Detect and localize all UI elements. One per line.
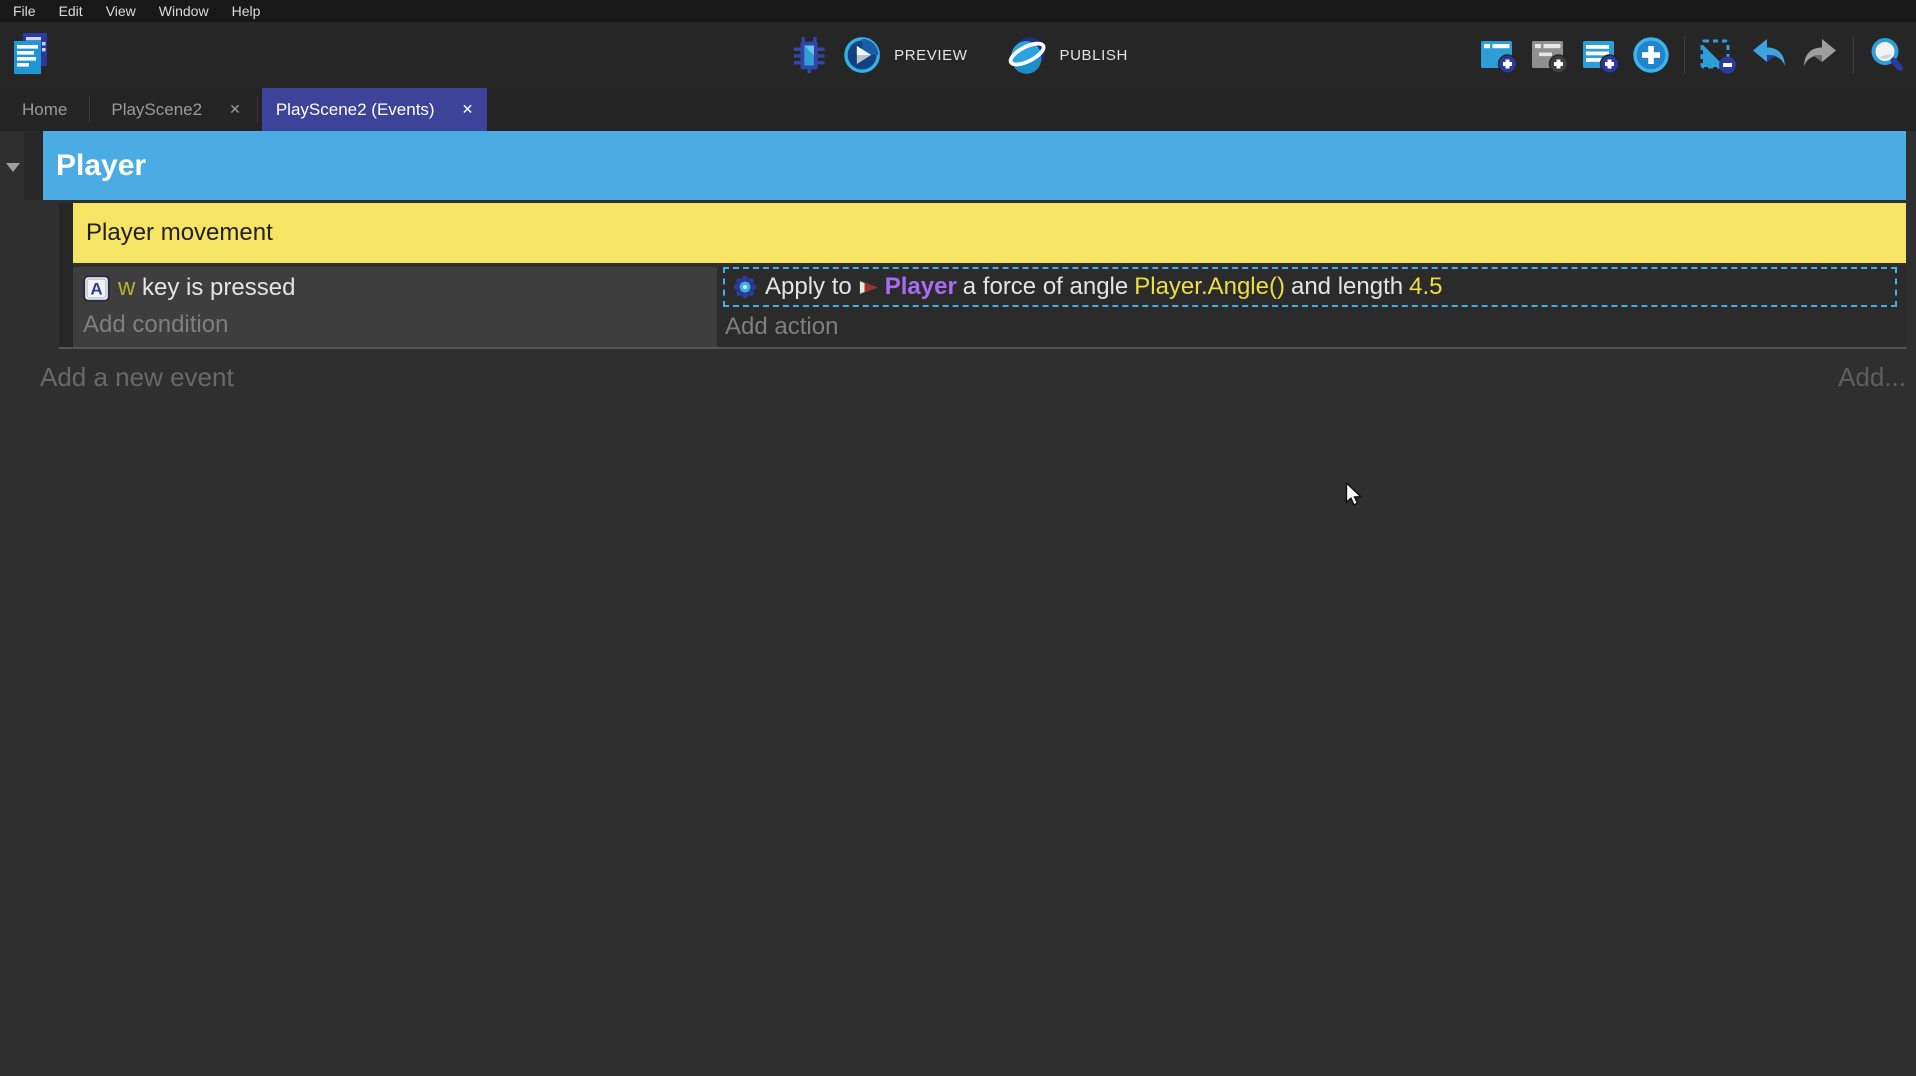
event-row-divider bbox=[59, 347, 1906, 349]
tab-divider bbox=[257, 96, 258, 123]
debug-button[interactable] bbox=[788, 33, 830, 77]
publish-globe-icon bbox=[1007, 33, 1049, 77]
debug-bug-icon bbox=[788, 33, 830, 77]
action-mid-text: a force of angle bbox=[963, 273, 1128, 301]
tab-bar: Home PlayScene2 ✕ PlayScene2 (Events) ✕ bbox=[0, 88, 1916, 131]
menu-file[interactable]: File bbox=[10, 3, 39, 19]
toolbar: PREVIEW PUBLISH bbox=[0, 22, 1916, 88]
undo-arrow-icon bbox=[1748, 35, 1790, 75]
action-mid2-text: and length bbox=[1291, 273, 1403, 301]
action-value: 4.5 bbox=[1409, 273, 1442, 301]
events-sheet: Player Player movement A w key is presse… bbox=[0, 131, 1916, 1076]
publish-label[interactable]: PUBLISH bbox=[1060, 47, 1128, 64]
tab-close-icon[interactable]: ✕ bbox=[229, 101, 241, 118]
deselect-all-button[interactable] bbox=[1697, 33, 1739, 77]
search-button[interactable] bbox=[1866, 33, 1908, 77]
action-object-name: Player bbox=[885, 273, 957, 301]
add-event-button[interactable] bbox=[1477, 33, 1519, 77]
group-collapse-arrow-icon[interactable] bbox=[6, 163, 20, 172]
search-icon bbox=[1867, 35, 1907, 75]
toolbar-separator bbox=[1853, 36, 1854, 74]
comment-text: Player movement bbox=[86, 219, 273, 247]
event-actions-cell[interactable]: Apply to Player a force of angle Player.… bbox=[717, 267, 1906, 347]
play-circle-icon bbox=[843, 36, 881, 74]
tab-close-icon[interactable]: ✕ bbox=[462, 101, 474, 118]
tab-playscene2-events[interactable]: PlayScene2 (Events) ✕ bbox=[262, 88, 487, 131]
tab-playscene2-label: PlayScene2 bbox=[111, 100, 202, 120]
menu-edit[interactable]: Edit bbox=[56, 3, 86, 19]
tab-playscene2-events-label: PlayScene2 (Events) bbox=[276, 100, 435, 120]
redo-arrow-icon bbox=[1799, 35, 1841, 75]
action-text: Apply to Player a force of angle Player.… bbox=[765, 273, 1442, 301]
add-sub-event-icon bbox=[1529, 35, 1569, 75]
tab-home-label: Home bbox=[22, 100, 67, 120]
mouse-cursor bbox=[1345, 482, 1364, 514]
action-prefix: Apply to bbox=[765, 273, 852, 301]
choose-add-event-button[interactable] bbox=[1630, 33, 1672, 77]
undo-button[interactable] bbox=[1748, 33, 1790, 77]
circle-plus-icon bbox=[1631, 35, 1671, 75]
add-new-event-button[interactable]: Add a new event bbox=[40, 362, 234, 393]
add-sub-event-button[interactable] bbox=[1528, 33, 1570, 77]
svg-text:A: A bbox=[90, 279, 102, 298]
deselect-icon bbox=[1698, 35, 1738, 75]
add-action-button[interactable]: Add action bbox=[725, 313, 1906, 341]
selected-action-row[interactable]: Apply to Player a force of angle Player.… bbox=[723, 267, 1897, 307]
preview-label[interactable]: PREVIEW bbox=[894, 47, 967, 64]
add-more-button[interactable]: Add... bbox=[1838, 362, 1906, 393]
toolbar-separator bbox=[1684, 36, 1685, 74]
condition-text-rest: key is pressed bbox=[135, 274, 295, 301]
condition-text: w key is pressed bbox=[118, 274, 295, 302]
add-condition-button[interactable]: Add condition bbox=[83, 311, 717, 339]
redo-button[interactable] bbox=[1799, 33, 1841, 77]
player-object-icon bbox=[858, 279, 879, 296]
preview-button[interactable] bbox=[841, 33, 883, 77]
menu-view[interactable]: View bbox=[103, 3, 139, 19]
event-conditions-cell[interactable]: A w key is pressed Add condition bbox=[73, 267, 717, 347]
keyboard-key-icon: A bbox=[83, 275, 110, 302]
group-title: Player bbox=[56, 149, 146, 183]
event-indent-rail bbox=[59, 203, 73, 347]
publish-button[interactable] bbox=[1007, 33, 1049, 77]
menu-bar: File Edit View Window Help bbox=[0, 0, 1916, 22]
add-comment-icon bbox=[1580, 35, 1620, 75]
project-manager-button[interactable] bbox=[10, 31, 52, 82]
add-comment-button[interactable] bbox=[1579, 33, 1621, 77]
group-indent-rail bbox=[24, 131, 43, 200]
action-expression: Player.Angle() bbox=[1134, 273, 1285, 301]
tab-home[interactable]: Home bbox=[0, 88, 89, 131]
toolbar-right-group bbox=[1477, 22, 1908, 88]
toolbar-center-group: PREVIEW PUBLISH bbox=[788, 22, 1128, 88]
add-event-icon bbox=[1478, 35, 1518, 75]
force-action-icon bbox=[733, 275, 757, 299]
condition-row[interactable]: A w key is pressed bbox=[83, 273, 717, 303]
gdevelop-pages-icon bbox=[10, 31, 52, 77]
condition-key-name: w bbox=[118, 274, 135, 301]
menu-window[interactable]: Window bbox=[156, 3, 212, 19]
tab-playscene2[interactable]: PlayScene2 ✕ bbox=[90, 88, 256, 131]
comment-row[interactable]: Player movement bbox=[73, 203, 1906, 263]
menu-help[interactable]: Help bbox=[229, 3, 264, 19]
event-group-header[interactable]: Player bbox=[43, 131, 1906, 200]
